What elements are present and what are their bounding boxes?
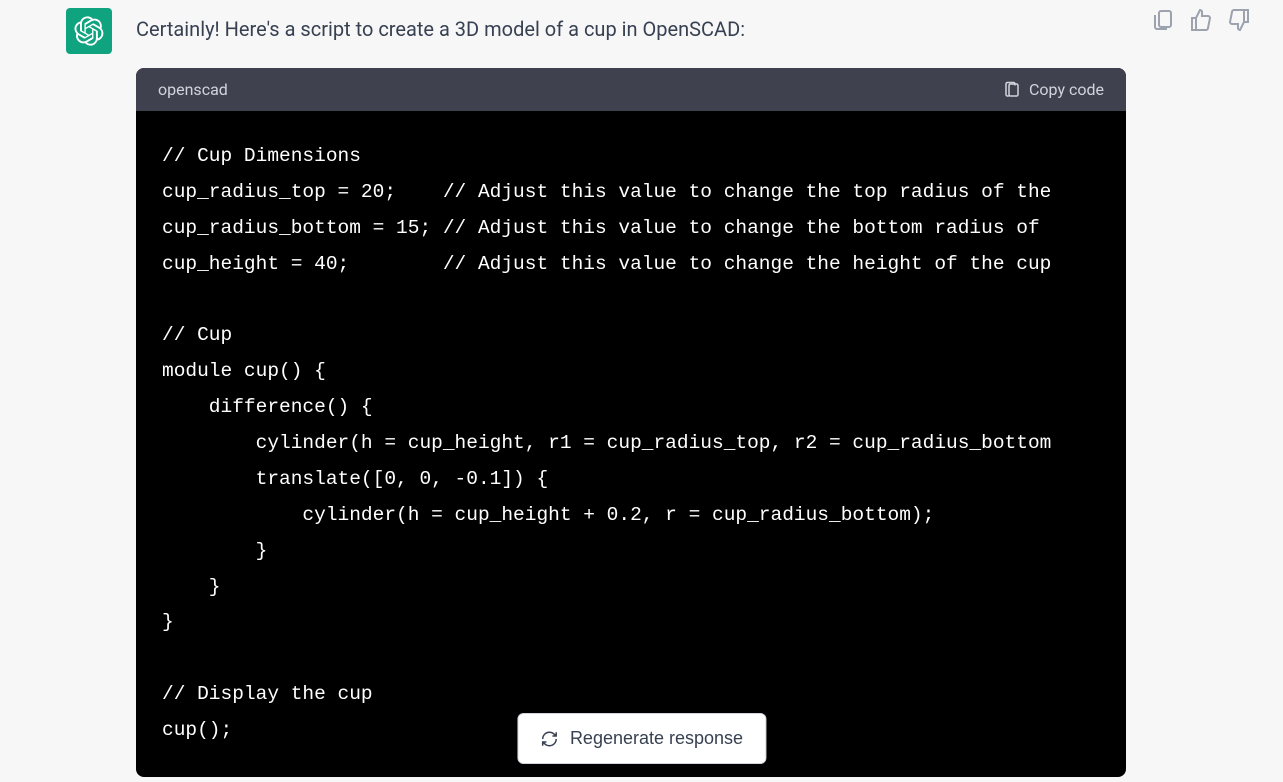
assistant-message: Certainly! Here's a script to create a 3…: [0, 0, 1283, 777]
refresh-icon: [540, 730, 558, 748]
code-header: openscad Copy code: [136, 68, 1126, 111]
intro-text: Certainly! Here's a script to create a 3…: [136, 14, 1217, 44]
code-block: openscad Copy code // Cup Dimensions cup…: [136, 68, 1126, 777]
regenerate-button[interactable]: Regenerate response: [517, 713, 766, 764]
code-language-label: openscad: [158, 80, 228, 99]
copy-message-button[interactable]: [1151, 8, 1175, 32]
clipboard-icon: [1003, 81, 1021, 99]
regenerate-label: Regenerate response: [570, 728, 743, 749]
code-content[interactable]: // Cup Dimensions cup_radius_top = 20; /…: [136, 111, 1126, 777]
thumbs-down-button[interactable]: [1227, 8, 1251, 32]
regenerate-container: Regenerate response: [517, 713, 766, 764]
copy-code-label: Copy code: [1029, 80, 1104, 99]
openai-logo-icon: [74, 16, 104, 46]
message-actions: [1151, 8, 1251, 32]
copy-code-button[interactable]: Copy code: [1003, 80, 1104, 99]
message-body: Certainly! Here's a script to create a 3…: [136, 8, 1217, 777]
assistant-avatar: [66, 8, 112, 54]
thumbs-down-icon: [1227, 8, 1251, 32]
thumbs-up-icon: [1189, 8, 1213, 32]
thumbs-up-button[interactable]: [1189, 8, 1213, 32]
clipboard-icon: [1151, 8, 1175, 32]
